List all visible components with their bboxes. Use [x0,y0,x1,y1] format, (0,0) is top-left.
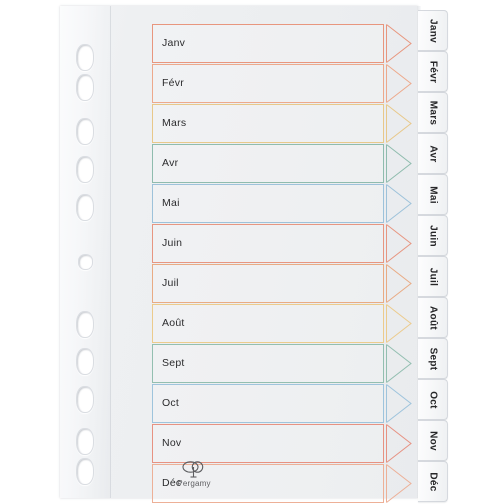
brand-logo: Pergamy [165,461,223,495]
month-tab[interactable]: Nov [418,420,448,461]
month-tab-label: Janv [427,18,438,43]
month-row-label: Févr [162,77,184,89]
month-tab[interactable]: Mai [418,174,448,215]
month-row[interactable]: Sept [152,344,418,383]
month-row[interactable]: Avr [152,144,418,183]
month-tab-label: Mars [427,100,438,125]
month-row-label: Nov [162,437,182,449]
punch-hole-11 [76,458,94,485]
arrow-right-icon [386,24,412,63]
month-row-label: Mai [162,197,180,209]
month-tab[interactable]: Oct [418,379,448,420]
month-tab[interactable]: Août [418,297,448,338]
product-photo: Janv Févr Mars Avr Mai Juin Juil Août Sept Oct Nov… [0,0,504,504]
month-tab-label: Mai [427,185,438,204]
punch-hole-6 [78,254,93,270]
month-tab-label: Juil [427,267,438,286]
month-row-label: Août [162,317,185,329]
month-row-box [152,304,384,343]
month-row[interactable]: Mars [152,104,418,143]
month-row-box [152,64,384,103]
month-row[interactable]: Févr [152,64,418,103]
punch-hole-1 [76,44,94,71]
month-tab-label: Sept [427,347,438,370]
arrow-right-icon [386,224,412,263]
month-tab[interactable]: Janv [418,10,448,51]
month-tab[interactable]: Juin [418,215,448,256]
month-row[interactable]: Nov [152,424,418,463]
pergamy-p-logo-icon [165,461,223,478]
month-tab[interactable]: Mars [418,92,448,133]
month-row-label: Mars [162,117,187,129]
punch-hole-8 [76,348,94,375]
month-row[interactable]: Oct [152,384,418,423]
punch-hole-4 [76,156,94,183]
month-tab-label: Juin [427,224,438,247]
month-tab-label: Févr [427,60,438,83]
month-row-label: Juil [162,277,179,289]
arrow-right-icon [386,344,412,383]
month-tab[interactable]: Déc [418,461,448,502]
punch-hole-5 [76,194,94,221]
punch-hole-7 [76,311,94,338]
month-row-box [152,424,384,463]
tab-column: Janv Févr Mars Avr Mai Juin Juil Août Sept Oct Nov… [418,6,448,502]
arrow-right-icon [386,424,412,463]
month-row-label: Juin [162,237,183,249]
month-row-label: Sept [162,357,185,369]
month-row[interactable]: Juin [152,224,418,263]
punch-hole-2 [76,74,94,101]
month-row-box [152,264,384,303]
month-row-box [152,184,384,223]
month-tab-label: Nov [427,430,438,451]
arrow-right-icon [386,304,412,343]
month-row[interactable]: Mai [152,184,418,223]
arrow-right-icon [386,144,412,183]
punch-hole-10 [76,428,94,455]
brand-wordmark: Pergamy [177,479,211,488]
month-row[interactable]: Juil [152,264,418,303]
month-tab[interactable]: Juil [418,256,448,297]
divider-sheet: Janv Févr Mars Avr Mai Juin Juil Août Sept Oct Nov… [60,6,421,503]
arrow-right-icon [386,64,412,103]
month-row-list: Janv Févr Mars Avr Mai Juin Juil Août Sept Oct Nov… [152,6,418,503]
month-row-label: Avr [162,157,179,169]
punched-reinforcement-strip [60,6,111,498]
month-row-label: Janv [162,37,186,49]
month-row[interactable]: Août [152,304,418,343]
month-tab[interactable]: Sept [418,338,448,379]
month-tab-label: Déc [427,471,438,492]
arrow-right-icon [386,264,412,303]
month-tab[interactable]: Févr [418,51,448,92]
month-row-box [152,224,384,263]
punch-hole-3 [76,118,94,145]
arrow-right-icon [386,384,412,423]
month-row-box [152,104,384,143]
month-row-box [152,144,384,183]
month-tab[interactable]: Avr [418,133,448,174]
month-tab-label: Août [427,305,438,330]
arrow-right-icon [386,464,412,503]
month-row-box [152,344,384,383]
punch-hole-9 [76,386,94,413]
arrow-right-icon [386,104,412,143]
month-tab-label: Oct [427,390,438,409]
arrow-right-icon [386,184,412,223]
month-row-box [152,24,384,63]
month-row-label: Oct [162,397,180,409]
month-tab-label: Avr [427,144,438,163]
month-row-box [152,384,384,423]
month-row[interactable]: Janv [152,24,418,63]
